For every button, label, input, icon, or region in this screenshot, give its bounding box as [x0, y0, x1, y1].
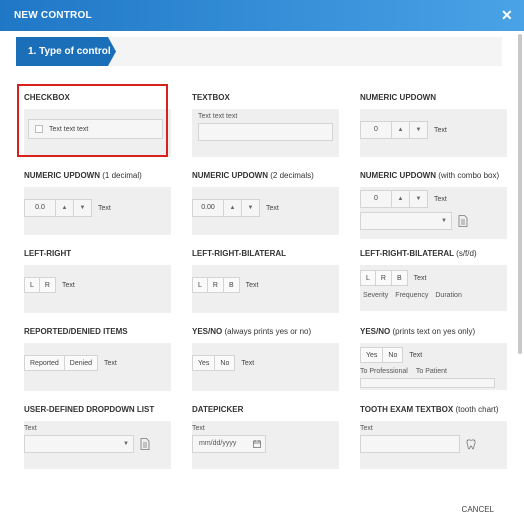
- calendar-icon: [253, 440, 261, 448]
- control-option-reported-denied[interactable]: REPORTED/DENIED ITEMS Reported Denied Te…: [24, 326, 171, 391]
- decrement-icon: ▼: [241, 200, 259, 216]
- close-icon[interactable]: ✕: [500, 8, 514, 22]
- increment-icon: ▲: [391, 191, 409, 207]
- dropdown-preview: ▼: [24, 435, 134, 453]
- numeric-spinner: 0 ▲ ▼: [360, 121, 428, 139]
- textbox-caption: Text text text: [198, 113, 238, 120]
- control-option-left-right[interactable]: LEFT-RIGHT L R Text: [24, 248, 171, 313]
- option-title: TEXTBOX: [192, 93, 230, 102]
- scrollbar[interactable]: [518, 34, 522, 354]
- yes-button: Yes: [192, 355, 216, 371]
- numeric-spinner: 0.00 ▲ ▼: [192, 199, 260, 217]
- control-option-numeric-2-decimals[interactable]: NUMERIC UPDOWN (2 decimals) 0.00 ▲ ▼ Tex…: [192, 170, 339, 235]
- increment-icon: ▲: [55, 200, 73, 216]
- option-title: YES/NO (always prints yes or no): [192, 327, 312, 336]
- selected-highlight: [17, 84, 168, 157]
- option-title: LEFT-RIGHT-BILATERAL: [192, 249, 287, 258]
- yes-button: Yes: [360, 347, 384, 363]
- step-type-of-control[interactable]: 1. Type of control: [16, 37, 116, 66]
- date-input-preview: mm/dd/yyyy: [192, 435, 266, 453]
- control-option-textbox[interactable]: TEXTBOX Text text text: [192, 92, 339, 157]
- option-title: TOOTH EXAM TEXTBOX (tooth chart): [360, 405, 499, 414]
- cancel-button[interactable]: CANCEL: [462, 505, 494, 514]
- no-button: No: [383, 347, 404, 363]
- combo-select: ▼: [360, 212, 452, 230]
- dialog-titlebar: NEW CONTROL ✕: [0, 0, 524, 31]
- text-field-preview: [360, 378, 495, 388]
- numeric-spinner: 0.0 ▲ ▼: [24, 199, 92, 217]
- reported-button: Reported: [24, 355, 65, 371]
- denied-button: Denied: [64, 355, 98, 371]
- control-option-numeric-1-decimal[interactable]: NUMERIC UPDOWN (1 decimal) 0.0 ▲ ▼ Text: [24, 170, 171, 235]
- option-title: REPORTED/DENIED ITEMS: [24, 327, 128, 336]
- increment-icon: ▲: [223, 200, 241, 216]
- severity-label: Severity: [363, 292, 389, 299]
- option-title: NUMERIC UPDOWN: [360, 93, 436, 102]
- control-option-yes-no[interactable]: YES/NO (always prints yes or no) Yes No …: [192, 326, 339, 391]
- option-title: LEFT-RIGHT-BILATERAL (s/f/d): [360, 249, 477, 258]
- option-title: NUMERIC UPDOWN (2 decimals): [192, 171, 314, 180]
- bilateral-button: B: [223, 277, 240, 293]
- right-button: R: [375, 270, 392, 286]
- duration-label: Duration: [435, 292, 462, 299]
- option-title: DATEPICKER: [192, 405, 244, 414]
- option-title: NUMERIC UPDOWN (1 decimal): [24, 171, 142, 180]
- chevron-down-icon: ▼: [123, 441, 129, 447]
- decrement-icon: ▼: [409, 122, 427, 138]
- wizard-stepbar: 1. Type of control: [16, 37, 502, 66]
- control-option-yes-no-text-on-yes[interactable]: YES/NO (prints text on yes only) Yes No …: [360, 326, 507, 390]
- control-option-dropdown[interactable]: USER-DEFINED DROPDOWN LIST Text ▼: [24, 404, 171, 469]
- control-option-tooth-exam[interactable]: TOOTH EXAM TEXTBOX (tooth chart) Text: [360, 404, 507, 469]
- left-button: L: [24, 277, 40, 293]
- bilateral-button: B: [391, 270, 408, 286]
- option-title: USER-DEFINED DROPDOWN LIST: [24, 405, 155, 414]
- control-option-lr-bilateral[interactable]: LEFT-RIGHT-BILATERAL L R B Text: [192, 248, 339, 313]
- control-option-numeric-updown[interactable]: NUMERIC UPDOWN 0 ▲ ▼ Text: [360, 92, 507, 157]
- control-option-numeric-combo[interactable]: NUMERIC UPDOWN (with combo box) 0 ▲ ▼ Te…: [360, 170, 507, 239]
- to-patient-label: To Patient: [415, 368, 447, 375]
- option-title: YES/NO (prints text on yes only): [360, 327, 476, 336]
- step-label: 1. Type of control: [28, 46, 111, 57]
- document-icon: [458, 215, 468, 227]
- option-title: LEFT-RIGHT: [24, 249, 72, 258]
- decrement-icon: ▼: [409, 191, 427, 207]
- textbox-preview: [198, 123, 333, 141]
- document-icon: [140, 438, 150, 450]
- chevron-down-icon: ▼: [441, 218, 447, 224]
- right-button: R: [39, 277, 56, 293]
- no-button: No: [215, 355, 236, 371]
- tooth-textbox-preview: [360, 435, 460, 453]
- left-button: L: [360, 270, 376, 286]
- option-title: NUMERIC UPDOWN (with combo box): [360, 171, 500, 180]
- decrement-icon: ▼: [73, 200, 91, 216]
- control-option-datepicker[interactable]: DATEPICKER Text mm/dd/yyyy: [192, 404, 339, 469]
- to-professional-label: To Professional: [360, 368, 408, 375]
- frequency-label: Frequency: [395, 292, 429, 299]
- increment-icon: ▲: [391, 122, 409, 138]
- control-option-lr-bilateral-sfd[interactable]: LEFT-RIGHT-BILATERAL (s/f/d) L R B Text …: [360, 248, 507, 311]
- left-button: L: [192, 277, 208, 293]
- right-button: R: [207, 277, 224, 293]
- numeric-spinner: 0 ▲ ▼: [360, 190, 428, 208]
- dialog-title: NEW CONTROL: [14, 10, 92, 21]
- tooth-icon: [466, 438, 476, 449]
